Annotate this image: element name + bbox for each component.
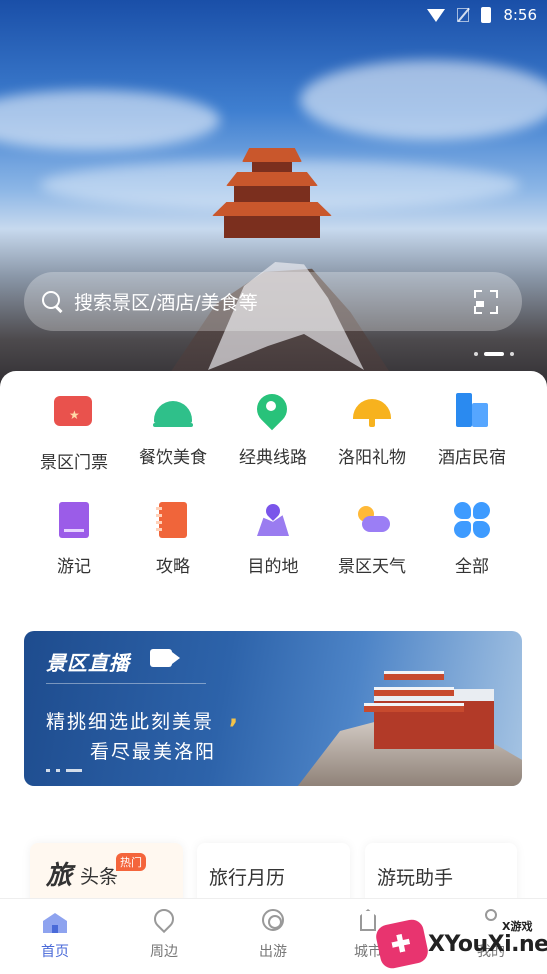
category-label: 目的地 [247,557,299,577]
banner-indicator [46,769,82,772]
category-label: 全部 [455,557,489,577]
hotel-icon [452,391,492,431]
tab-label: 出游 [259,944,287,960]
status-time: 8:56 [503,6,537,24]
cloud [0,90,220,150]
category-routes[interactable]: 经典线路 [218,387,328,468]
carousel-indicator [474,352,514,356]
search-placeholder: 搜索景区/酒店/美食等 [74,292,258,314]
banner-comma: , [229,701,239,729]
category-food[interactable]: 餐饮美食 [118,391,228,468]
notebook-icon [153,500,193,540]
tab-home[interactable]: 首页 [20,909,90,961]
gamepad-logo-icon [373,917,431,971]
category-hotels[interactable]: 酒店民宿 [417,391,527,468]
tab-label: 周边 [150,944,178,960]
banner-divider [46,683,206,684]
category-all[interactable]: 全部 [417,500,527,577]
content-card: 景区门票 餐饮美食 经典线路 洛阳礼物 酒店民宿 游记 攻略 目的地 [0,371,547,974]
banner-tagline-2: 看尽最美洛阳 [90,741,217,763]
video-camera-icon [150,649,180,667]
category-scenic-tickets[interactable]: 景区门票 [19,391,129,473]
category-label: 餐饮美食 [139,448,207,468]
category-label: 景区天气 [338,557,406,577]
banner-temple [364,671,464,751]
book-icon [54,500,94,540]
category-weather[interactable]: 景区天气 [317,500,427,577]
category-travelogue[interactable]: 游记 [19,500,129,577]
headline-big-char: 旅 [46,861,73,891]
headline-label: 头条 [80,866,119,888]
route-pin-icon [250,387,294,431]
hero-banner[interactable]: 8:56 搜索景区/酒店/美食等 [0,0,547,395]
category-label: 洛阳礼物 [338,448,406,468]
tab-label: 首页 [41,944,69,960]
status-bar: 8:56 [427,5,537,25]
golden-temple [212,148,332,243]
wifi-icon [427,8,446,22]
location-icon [149,904,179,934]
category-gifts[interactable]: 洛阳礼物 [317,391,427,468]
category-label: 景区门票 [40,453,108,473]
live-stream-banner[interactable]: 景区直播 精挑细选此刻美景 , 看尽最美洛阳 [24,631,522,786]
banner-tagline-1: 精挑细选此刻美景 [46,711,215,733]
travel-helper-label: 游玩助手 [377,867,454,889]
category-label: 攻略 [156,557,190,577]
battery-icon [481,7,492,23]
search-bar[interactable]: 搜索景区/酒店/美食等 [24,272,522,331]
grid-all-icon [452,500,492,540]
ticket-icon [54,396,94,436]
category-guides[interactable]: 攻略 [118,500,228,577]
watermark-text: XYouXi.net [428,932,547,957]
scan-icon[interactable] [474,290,498,314]
weather-icon [352,500,392,540]
category-label: 经典线路 [239,448,307,468]
cloud [300,60,547,140]
watermark-small-text: X游戏 [502,920,533,933]
tab-nearby[interactable]: 周边 [129,904,199,961]
banner-title: 景区直播 [46,651,130,675]
category-destination[interactable]: 目的地 [218,500,328,577]
destination-icon [253,500,293,540]
home-icon [43,909,67,933]
search-icon [42,290,64,313]
hot-badge: 热门 [116,853,146,871]
category-label: 酒店民宿 [438,448,506,468]
travel-calendar-label: 旅行月历 [209,867,286,889]
cloche-icon [153,391,193,431]
tab-travel[interactable]: 出游 [238,909,308,961]
travel-icon [261,909,285,933]
watermark: XYouXi.net X游戏 [373,917,547,972]
category-label: 游记 [57,557,91,577]
fan-icon [352,391,392,431]
city-icon [356,909,380,933]
no-sim-icon [457,8,470,22]
